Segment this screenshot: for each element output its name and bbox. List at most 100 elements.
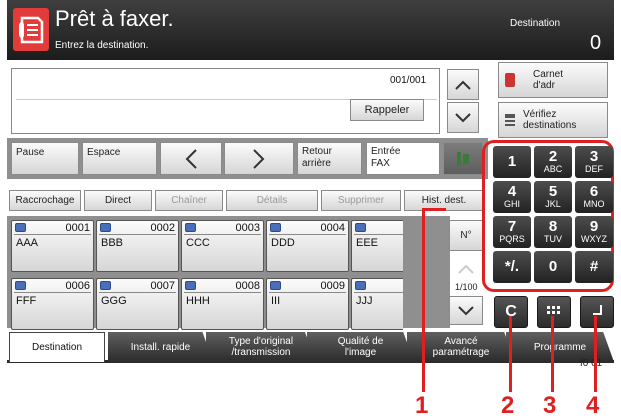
key-number: 0004 <box>321 222 345 234</box>
callout-1-line <box>422 208 425 392</box>
one-touch-key[interactable]: 0005EEE <box>351 220 403 272</box>
one-touch-key[interactable]: 0009III <box>266 278 349 330</box>
one-touch-key-body: 0004DDD <box>266 220 349 272</box>
key-name: FFF <box>12 293 93 309</box>
one-touch-key[interactable]: 0001AAA <box>11 220 94 272</box>
one-touch-key-body: 0001AAA <box>11 220 94 272</box>
cursor-left-button[interactable] <box>160 142 222 175</box>
callout-4: 4 <box>586 392 599 420</box>
recall-button[interactable]: Rappeler <box>350 99 424 121</box>
key-1[interactable]: 1 <box>493 146 531 178</box>
tab-2[interactable]: Type d'original /transmission <box>206 332 316 362</box>
one-touch-key[interactable]: 0002BBB <box>96 220 179 272</box>
fax-dest-icon <box>185 281 196 290</box>
key-*/.[interactable]: */. <box>493 251 531 283</box>
key-header: 0009 <box>267 279 348 292</box>
key-3[interactable]: 3DEF <box>575 146 613 178</box>
fax-dest-icon <box>15 223 26 232</box>
chevron-up-icon <box>454 80 472 90</box>
callout-1-arm <box>422 208 446 211</box>
key-number: 0001 <box>66 222 90 234</box>
one-touch-key[interactable]: 0006FFF <box>11 278 94 330</box>
tab-onhook[interactable]: Raccrochage <box>9 190 81 211</box>
key-header: 0007 <box>97 279 178 292</box>
tab-direct[interactable]: Direct <box>84 190 152 211</box>
fax-dest-icon <box>355 223 366 232</box>
one-touch-key-body: 0007GGG <box>96 278 179 330</box>
onhook-button[interactable] <box>443 142 483 175</box>
one-touch-key[interactable]: 0010JJJ <box>351 278 403 330</box>
key-5[interactable]: 5JKL <box>534 181 572 213</box>
key-digit: # <box>590 260 598 274</box>
key-0[interactable]: 0 <box>534 251 572 283</box>
check-destinations-button[interactable]: Vérifiez destinations <box>498 102 608 138</box>
key-header: 0005 <box>352 221 403 234</box>
key-name: AAA <box>12 235 93 251</box>
quick-entry-button[interactable] <box>537 296 571 328</box>
destination-label: Destination <box>510 18 560 29</box>
key-name: GGG <box>97 293 178 309</box>
key-header: 0004 <box>267 221 348 234</box>
key-digit: 4 <box>508 185 516 199</box>
tab-details[interactable]: Détails <box>226 190 318 211</box>
key-number: 0008 <box>236 280 260 292</box>
list-icon <box>505 114 515 126</box>
one-touch-key[interactable]: 0007GGG <box>96 278 179 330</box>
page-down-button[interactable] <box>449 296 483 325</box>
key-9[interactable]: 9WXYZ <box>575 216 613 248</box>
key-number: 0002 <box>151 222 175 234</box>
tab-3[interactable]: Qualité de l'image <box>307 332 414 362</box>
scroll-up-button[interactable] <box>447 69 479 100</box>
one-touch-key-body: 0002BBB <box>96 220 179 272</box>
key-number: 0009 <box>321 280 345 292</box>
key-name: HHH <box>182 293 263 309</box>
address-book-label: Carnet d'adr <box>533 69 563 92</box>
tab-chain[interactable]: Chaîner <box>155 190 223 211</box>
one-touch-key[interactable]: 0004DDD <box>266 220 349 272</box>
key-6[interactable]: 6MNO <box>575 181 613 213</box>
fax-dest-icon <box>270 281 281 290</box>
fax-dest-icon <box>270 223 281 232</box>
destination-entry-field[interactable]: 001/001 Rappeler <box>11 68 440 134</box>
key-4[interactable]: 4GHI <box>493 181 531 213</box>
tab-1[interactable]: Install. rapide <box>108 332 213 362</box>
key-2[interactable]: 2ABC <box>534 146 572 178</box>
key-letters: JKL <box>545 199 561 209</box>
backspace-button[interactable]: Retour arrière <box>297 142 362 175</box>
fax-dest-icon <box>185 223 196 232</box>
scroll-down-button[interactable] <box>447 102 479 133</box>
keypad-icon <box>547 306 561 318</box>
space-button[interactable]: Espace <box>82 142 157 175</box>
callout-2-line <box>509 316 512 392</box>
tab-delete[interactable]: Supprimer <box>321 190 401 211</box>
page-up-button[interactable] <box>449 253 483 284</box>
one-touch-key-body: 0008HHH <box>181 278 264 330</box>
callout-2: 2 <box>501 392 514 420</box>
key-header: 0001 <box>12 221 93 234</box>
destination-count: 0 <box>590 32 601 55</box>
key-digit: 1 <box>508 155 516 169</box>
tab-0[interactable]: Destination <box>9 332 105 362</box>
key-8[interactable]: 8TUV <box>534 216 572 248</box>
key-#[interactable]: # <box>575 251 613 283</box>
callout-3: 3 <box>543 392 556 420</box>
key-letters: DEF <box>585 164 603 174</box>
cursor-right-button[interactable] <box>224 142 294 175</box>
enter-button[interactable] <box>580 296 614 328</box>
key-7[interactable]: 7PQRS <box>493 216 531 248</box>
page-title: Prêt à faxer. <box>55 6 174 32</box>
key-name: JJJ <box>352 293 403 309</box>
fax-dest-icon <box>15 281 26 290</box>
one-touch-key[interactable]: 0008HHH <box>181 278 264 330</box>
one-touch-key-body: 0005EEE <box>351 220 403 272</box>
address-book-button[interactable]: Carnet d'adr <box>498 62 608 98</box>
key-name: DDD <box>267 235 348 251</box>
pause-button[interactable]: Pause <box>11 142 79 175</box>
fax-entry-button[interactable]: Entrée FAX <box>366 142 440 175</box>
one-touch-key[interactable]: 0003CCC <box>181 220 264 272</box>
key-number: 0006 <box>66 280 90 292</box>
key-digit: 2 <box>549 150 557 164</box>
fax-icon <box>13 8 49 51</box>
number-button[interactable]: N° <box>449 220 483 251</box>
key-digit: 9 <box>590 220 598 234</box>
